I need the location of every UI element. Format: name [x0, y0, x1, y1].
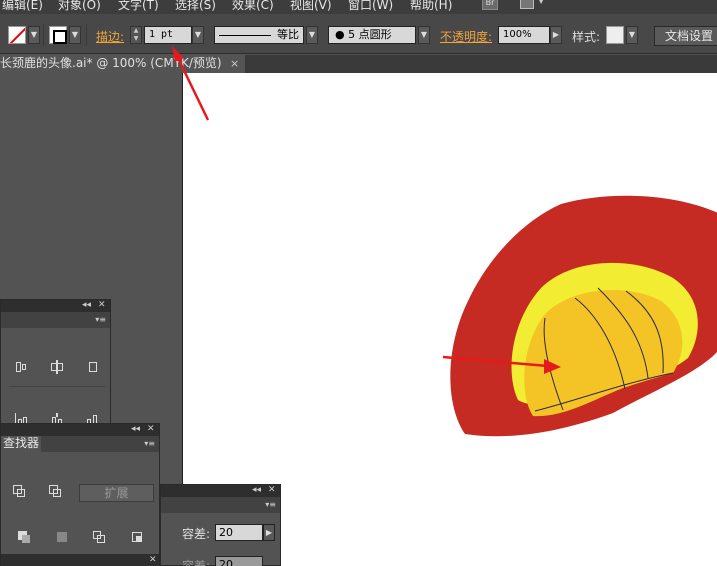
collapse-icon[interactable]: ◂◂	[252, 485, 261, 496]
pathfinder-trim-icon[interactable]	[55, 530, 69, 544]
panel-menu-icon[interactable]: ▾≡	[265, 497, 276, 512]
align-bottom-icon[interactable]	[86, 360, 100, 374]
align-right-icon[interactable]	[14, 360, 28, 374]
panel-menu-icon[interactable]: ▾≡	[144, 436, 155, 451]
panel-title-bar: ◂◂ ✕	[1, 424, 159, 436]
arrow-head-top	[172, 46, 184, 62]
align-vertical-center-icon[interactable]	[50, 360, 64, 374]
panel-menu-icon[interactable]: ▾≡	[95, 312, 106, 327]
tolerance-label: 容差:	[182, 527, 211, 541]
panel-tab-row: ▾≡	[161, 497, 280, 513]
arrow-line-top	[175, 55, 210, 121]
pathfinder-minus-back-icon[interactable]	[12, 484, 26, 498]
pathfinder-exclude-icon[interactable]	[48, 484, 62, 498]
pathfinder-crop-icon[interactable]	[130, 530, 144, 544]
tolerance-panel: ◂◂ ✕ ▾≡ 容差: 20 ▶ 容差: 20	[160, 484, 281, 566]
tab-pathfinder[interactable]: 查找器	[1, 436, 42, 452]
panel-tab-row: 查找器 ▾≡	[1, 436, 159, 452]
tolerance-field-2[interactable]: 20	[215, 556, 263, 566]
collapse-icon[interactable]: ◂◂	[131, 424, 140, 435]
tolerance-dropdown[interactable]: ▶	[263, 524, 275, 541]
panel-title-bar: ◂◂ ✕	[1, 300, 110, 312]
tolerance-field[interactable]: 20	[215, 524, 263, 541]
close-icon[interactable]: ✕	[98, 300, 106, 311]
arrow-line-right	[442, 355, 549, 368]
panel-title-bar: ◂◂ ✕	[161, 485, 280, 497]
panel-tab-row: ▾≡	[1, 312, 110, 328]
pathfinder-divide-icon[interactable]	[17, 530, 31, 544]
tolerance-label-2: 容差:	[182, 559, 211, 566]
arrow-head-right	[544, 359, 561, 374]
close-icon[interactable]: ✕	[268, 485, 276, 496]
expand-button[interactable]: 扩展	[79, 484, 154, 502]
divider	[9, 386, 105, 387]
panel-title-bar-lower: ✕	[1, 554, 159, 566]
close-icon[interactable]: ✕	[149, 555, 157, 566]
collapse-icon[interactable]: ◂◂	[82, 300, 91, 311]
pathfinder-merge-icon[interactable]	[92, 530, 106, 544]
pathfinder-panel: ◂◂ ✕ 查找器 ▾≡ 扩展 ✕	[0, 423, 160, 566]
close-icon[interactable]: ✕	[147, 424, 155, 435]
